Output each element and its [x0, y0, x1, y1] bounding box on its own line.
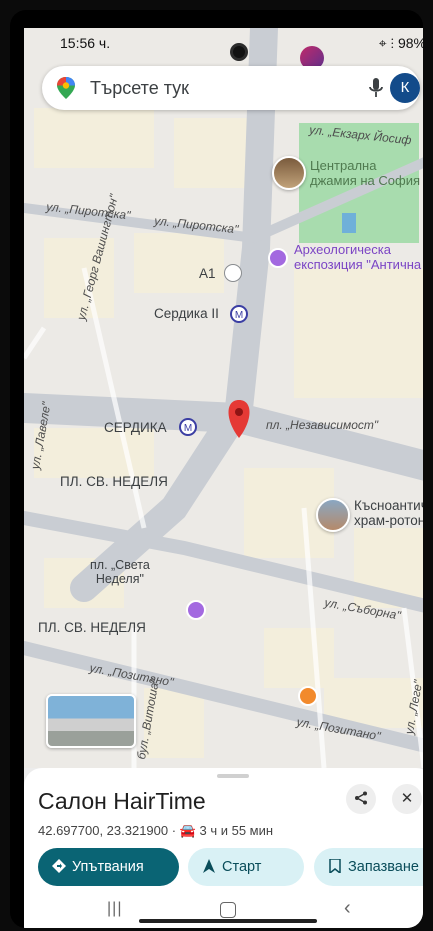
screen: ул. „Екзарх Йосиф Централна джамия на Со… [24, 28, 423, 928]
rotunda-photo-icon[interactable] [316, 498, 350, 532]
share-icon [355, 791, 367, 805]
archaeo-label[interactable]: Археологическа експозиция "Антична [294, 242, 421, 272]
coordinates-text: 42.697700, 23.321900 · [38, 823, 180, 838]
bookmark-icon [329, 859, 341, 873]
front-camera [230, 43, 248, 61]
status-bar: 15:56 ч. ⌖ ⫶ 98% [24, 28, 423, 60]
church-icon[interactable] [186, 600, 206, 620]
directions-button[interactable]: Упътвания [38, 848, 179, 886]
start-button[interactable]: Старт [188, 848, 304, 886]
android-nav-bar: ||| ‹ [24, 892, 423, 928]
save-button[interactable]: Запазване [314, 848, 423, 886]
directions-icon [52, 859, 66, 873]
map-view[interactable]: ул. „Екзарх Йосиф Централна джамия на Со… [24, 28, 423, 768]
place-bottom-sheet[interactable]: Салон HairTime ✕ 42.697700, 23.321900 · … [24, 768, 423, 928]
search-input[interactable]: Търсете тук [90, 78, 189, 99]
home-icon[interactable] [220, 902, 236, 918]
serdika2-label[interactable]: Сердика II [154, 306, 219, 321]
square-label-nedelya-1: ПЛ. СВ. НЕДЕЛЯ [60, 474, 168, 489]
phone-frame: ул. „Екзарх Йосиф Централна джамия на Со… [10, 10, 423, 928]
account-avatar-button[interactable]: К [390, 73, 420, 103]
car-icon: 🚘 [179, 823, 196, 838]
a1-label[interactable]: A1 [199, 266, 216, 281]
metro-icon-serdika-2[interactable]: M [230, 305, 248, 323]
metro-icon-serdika[interactable]: M [179, 418, 197, 436]
place-title: Салон HairTime [38, 788, 206, 814]
start-label: Старт [222, 859, 262, 875]
museum-icon[interactable] [268, 248, 288, 268]
status-battery: ⌖ ⫶ 98% [379, 35, 423, 52]
drive-time: 3 ч и 55 мин [199, 823, 274, 838]
battery-level: 98% [397, 35, 423, 51]
mosque-label[interactable]: Централна джамия на София [310, 158, 420, 188]
microphone-icon[interactable] [368, 76, 384, 100]
search-bar[interactable]: Търсете тук К [42, 66, 420, 110]
directions-label: Упътвания [72, 859, 144, 875]
back-icon[interactable]: ‹ [344, 897, 351, 920]
status-time: 15:56 ч. [60, 35, 111, 51]
signal-icon: ⌖ ⫶ [378, 35, 398, 51]
save-label: Запазване [348, 859, 419, 875]
square-label-nedelya-2: ПЛ. СВ. НЕДЕЛЯ [38, 620, 146, 635]
square-label-nezavisimost: пл. „Независимост" [266, 418, 379, 432]
close-button[interactable]: ✕ [392, 784, 422, 814]
a1-store-icon[interactable] [224, 264, 242, 282]
place-coordinates: 42.697700, 23.321900 · 🚘 3 ч и 55 мин [38, 823, 273, 839]
street-view-thumbnail[interactable] [46, 694, 136, 748]
gesture-bar[interactable] [139, 919, 317, 923]
navigation-arrow-icon [203, 859, 215, 873]
serdika-label[interactable]: СЕРДИКА [104, 420, 167, 435]
sheet-drag-handle[interactable] [217, 774, 249, 778]
rotunda-label[interactable]: Късноантич храм-ротон [354, 498, 423, 528]
share-button[interactable] [346, 784, 376, 814]
mosque-photo-icon[interactable] [272, 156, 306, 190]
square-label-sveta-nedelya: пл. „Света Неделя" [90, 558, 150, 586]
maps-logo-icon [57, 77, 75, 99]
recent-apps-icon[interactable]: ||| [107, 900, 122, 918]
restaurant-icon[interactable] [298, 686, 318, 706]
